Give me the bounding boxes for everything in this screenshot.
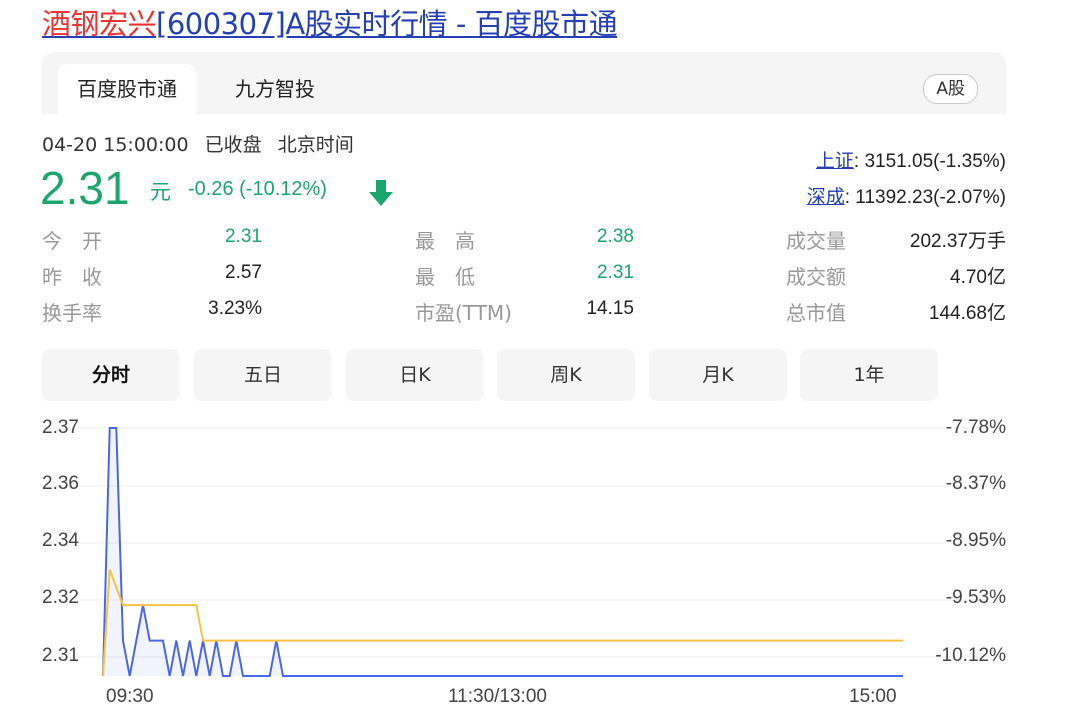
x-tick: 15:00 [849,686,897,707]
y-tick-left: 2.31 [42,645,79,666]
y-tick-left: 2.37 [42,417,79,438]
y-tick-right: -9.53% [945,587,1006,608]
y-tick-left: 2.34 [42,530,79,551]
y-tick-left: 2.32 [42,587,79,608]
x-tick: 11:30/13:00 [448,686,547,707]
intraday-chart[interactable] [0,0,1080,719]
y-tick-right: -8.95% [945,530,1006,551]
y-tick-right: -7.78% [945,417,1006,438]
price-line [102,427,903,677]
y-tick-right: -8.37% [945,473,1006,494]
x-tick: 09:30 [106,686,154,707]
average-price-line [102,569,903,677]
y-tick-left: 2.36 [42,473,79,494]
y-tick-right: -10.12% [935,645,1006,666]
price-area-fill [103,428,903,676]
